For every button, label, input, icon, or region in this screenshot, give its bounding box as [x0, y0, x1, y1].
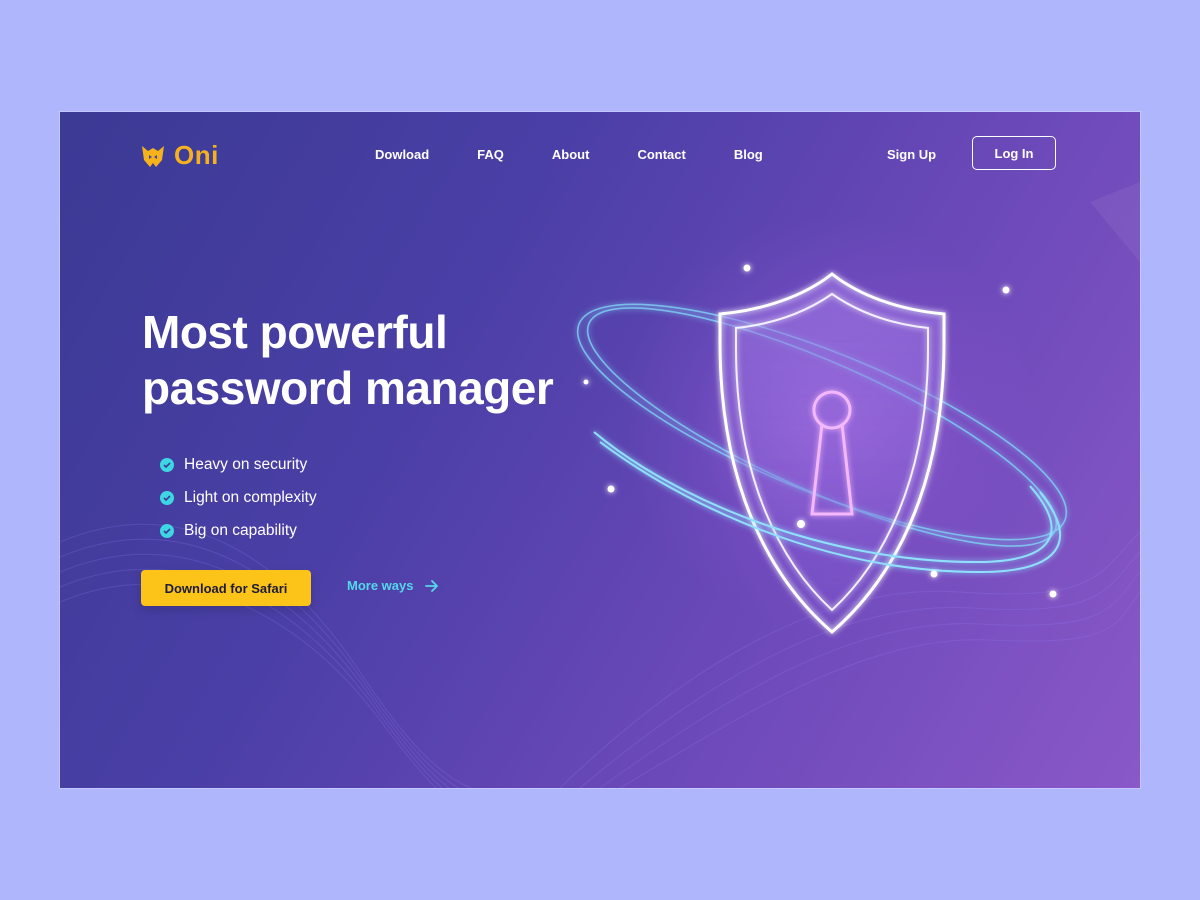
- nav-blog[interactable]: Blog: [734, 147, 763, 162]
- more-ways-label: More ways: [347, 578, 414, 593]
- check-circle-icon: [160, 457, 174, 472]
- feature-label: Light on complexity: [184, 488, 317, 506]
- feature-item: Heavy on security: [160, 448, 317, 481]
- feature-label: Heavy on security: [184, 455, 308, 473]
- hero-title: Most powerful password manager: [142, 304, 554, 416]
- arrow-right-icon: [425, 579, 439, 592]
- brand-name: Oni: [174, 140, 219, 170]
- feature-list: Heavy on security Light on complexity Bi…: [160, 448, 317, 547]
- nav-about[interactable]: About: [552, 147, 590, 162]
- feature-item: Light on complexity: [160, 481, 317, 514]
- check-circle-icon: [160, 490, 174, 505]
- nav-contact[interactable]: Contact: [637, 147, 685, 162]
- landing-page: Oni Dowload FAQ About Contact Blog Sign …: [60, 112, 1140, 788]
- log-in-button[interactable]: Log In: [972, 136, 1056, 170]
- check-circle-icon: [160, 523, 174, 538]
- main-nav: Dowload FAQ About Contact Blog: [375, 147, 811, 162]
- nav-faq[interactable]: FAQ: [477, 147, 504, 162]
- shield-keyhole-icon: [576, 264, 1068, 634]
- hero-title-line-1: Most powerful: [142, 306, 448, 358]
- download-safari-button[interactable]: Download for Safari: [141, 570, 311, 606]
- hero-title-line-2: password manager: [142, 362, 554, 414]
- feature-item: Big on capability: [160, 514, 317, 547]
- nav-download[interactable]: Dowload: [375, 147, 429, 162]
- oni-mask-icon: [142, 145, 164, 167]
- brand-logo[interactable]: Oni: [140, 140, 219, 171]
- feature-label: Big on capability: [184, 521, 297, 539]
- more-ways-link[interactable]: More ways: [347, 578, 439, 593]
- sign-up-link[interactable]: Sign Up: [887, 147, 936, 162]
